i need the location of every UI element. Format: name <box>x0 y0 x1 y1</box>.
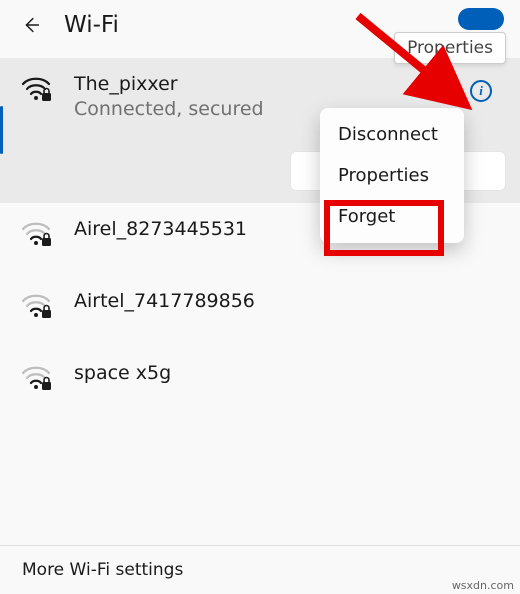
network-item[interactable]: space x5g <box>0 347 520 419</box>
network-text: space x5g <box>74 361 500 386</box>
network-ssid: space x5g <box>74 361 500 386</box>
arrow-left-icon <box>20 14 42 36</box>
watermark: wsxdn.com <box>452 579 514 592</box>
network-ssid: The_pixxer <box>74 72 500 97</box>
wifi-secure-icon <box>20 74 52 106</box>
info-icon: i <box>479 83 483 99</box>
network-text: Airtel_7417789856 <box>74 289 500 314</box>
network-item[interactable]: Airtel_7417789856 <box>0 275 520 347</box>
wifi-secure-weak-icon <box>20 219 52 251</box>
more-wifi-label: More Wi-Fi settings <box>22 560 183 580</box>
menu-forget[interactable]: Forget <box>320 196 464 237</box>
properties-tooltip: Properties <box>394 32 506 64</box>
network-ssid: Airtel_7417789856 <box>74 289 500 314</box>
more-wifi-settings[interactable]: More Wi-Fi settings <box>0 545 520 594</box>
wifi-secure-weak-icon <box>20 363 52 395</box>
info-button[interactable]: i <box>470 80 492 102</box>
wifi-secure-weak-icon <box>20 291 52 323</box>
menu-disconnect[interactable]: Disconnect <box>320 114 464 155</box>
page-title: Wi-Fi <box>64 12 119 38</box>
back-button[interactable] <box>20 14 42 36</box>
context-menu: Disconnect Properties Forget <box>320 108 464 243</box>
menu-properties[interactable]: Properties <box>320 155 464 196</box>
